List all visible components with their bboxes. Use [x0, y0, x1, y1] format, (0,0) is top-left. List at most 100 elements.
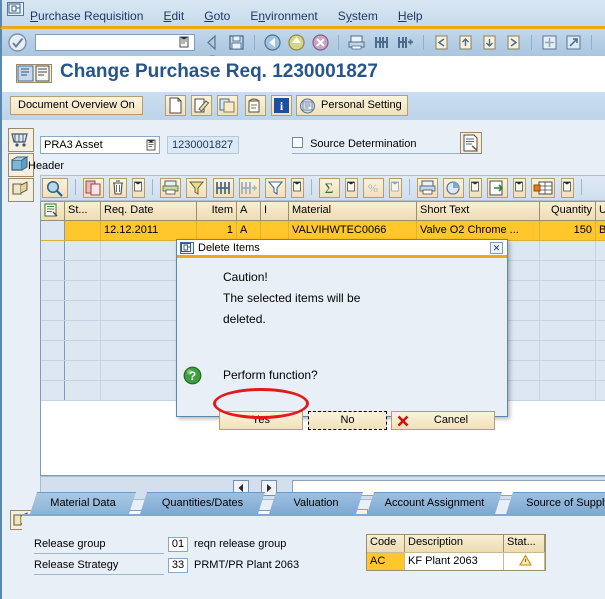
yes-button[interactable]: Yes: [219, 411, 303, 430]
messages-icon[interactable]: i: [271, 95, 293, 116]
command-dropdown-icon[interactable]: [178, 36, 191, 49]
subtotal-icon[interactable]: %: [362, 178, 384, 198]
find-next-icon[interactable]: [238, 178, 260, 198]
column-header-req-date[interactable]: Req. Date: [101, 202, 197, 220]
layout-icon[interactable]: [531, 178, 556, 198]
print-preview-icon[interactable]: [245, 95, 266, 116]
column-header-unit[interactable]: Unit: [596, 202, 605, 220]
cart-icon[interactable]: [8, 128, 34, 152]
release-column-code: Code: [367, 535, 405, 552]
find-next-icon[interactable]: [395, 32, 416, 53]
last-page-icon[interactable]: [503, 32, 524, 53]
column-header-st[interactable]: St...: [65, 202, 101, 220]
tab-source-of-supply[interactable]: Source of Supply: [506, 492, 605, 514]
sort-filter-icon[interactable]: [186, 178, 208, 198]
delete-row-icon[interactable]: [109, 178, 128, 198]
find-icon[interactable]: [212, 178, 234, 198]
print-grid-icon[interactable]: [417, 178, 439, 198]
column-header-quantity[interactable]: Quantity: [540, 202, 596, 220]
export-icon[interactable]: [487, 178, 509, 198]
source-determination-row: Source Determination: [292, 137, 462, 154]
back-arrow-icon[interactable]: [202, 32, 223, 53]
menu-item-environment[interactable]: Environment: [250, 9, 317, 23]
table-empty-cell: [540, 261, 596, 280]
previous-page-icon[interactable]: [455, 32, 476, 53]
menu-item-system[interactable]: System: [338, 9, 378, 23]
document-overview-button[interactable]: Document Overview On: [10, 96, 143, 115]
item-icon[interactable]: [8, 178, 34, 202]
copy-icon[interactable]: [217, 95, 239, 116]
column-header-item[interactable]: Item: [197, 202, 237, 220]
tab-material-data[interactable]: Material Data: [30, 492, 136, 514]
total-dropdown-icon[interactable]: [344, 178, 358, 198]
no-button[interactable]: No: [308, 411, 387, 430]
row-selector[interactable]: [41, 221, 65, 240]
create-shortcut-icon[interactable]: [563, 32, 584, 53]
source-determination-checkbox[interactable]: [292, 137, 303, 148]
command-field[interactable]: [35, 34, 195, 51]
back-icon[interactable]: [262, 32, 283, 53]
menu-item-goto[interactable]: Goto: [204, 9, 230, 23]
dropdown-icon[interactable]: [145, 139, 157, 157]
release-table-header: Code Description Stat...: [367, 535, 545, 552]
export-dropdown-icon[interactable]: [513, 178, 527, 198]
layout-dropdown-icon[interactable]: [560, 178, 574, 198]
cancel-icon[interactable]: [310, 32, 331, 53]
tab-panel-material-data: Release group 01 reqn release group Rele…: [22, 514, 605, 599]
table-empty-cell: [65, 301, 101, 320]
delete-row-dropdown-icon[interactable]: [132, 178, 146, 198]
details-icon[interactable]: [42, 178, 68, 198]
table-empty-cell: [65, 281, 101, 300]
release-strategy-value[interactable]: 33: [168, 558, 188, 573]
tab-valuation[interactable]: Valuation: [269, 492, 363, 514]
document-type-field[interactable]: PRA3 Asset: [40, 136, 160, 154]
tab-account-assignment[interactable]: Account Assignment: [367, 492, 502, 514]
exit-icon[interactable]: [286, 32, 307, 53]
column-header-i[interactable]: I: [261, 202, 289, 220]
filter-dropdown-icon[interactable]: [290, 178, 304, 198]
save-icon[interactable]: [226, 32, 247, 53]
release-group-underline: [34, 553, 164, 554]
release-group-value[interactable]: 01: [168, 537, 188, 552]
select-all-icon[interactable]: [41, 202, 65, 220]
next-page-icon[interactable]: [479, 32, 500, 53]
release-table-row[interactable]: AC KF Plant 2063: [367, 552, 545, 570]
print-icon[interactable]: [346, 32, 367, 53]
filter-icon[interactable]: [264, 178, 286, 198]
table-row[interactable]: 12.12.2011 1 A VALVIHWTEC0066 Valve O2 C…: [41, 221, 605, 241]
menu-item-help[interactable]: Help: [398, 9, 423, 23]
command-input[interactable]: [36, 36, 178, 49]
close-icon[interactable]: ✕: [490, 242, 503, 254]
cancel-button-label: Cancel: [433, 414, 469, 426]
view-icon[interactable]: [443, 178, 465, 198]
view-dropdown-icon[interactable]: [469, 178, 483, 198]
apptoolbar-group-2: i: [245, 95, 294, 116]
enter-check-icon[interactable]: [8, 33, 27, 52]
edit-document-icon[interactable]: [191, 95, 213, 116]
new-session-icon[interactable]: [539, 32, 560, 53]
column-header-a[interactable]: A: [237, 202, 261, 220]
window-menu-icon[interactable]: [7, 2, 24, 16]
document-detail-icon[interactable]: [460, 132, 482, 154]
total-icon[interactable]: Σ: [318, 178, 340, 198]
create-document-icon[interactable]: [165, 95, 186, 116]
menu-item-purchase-requisition[interactable]: Purchase Requisition: [30, 9, 143, 23]
find-icon[interactable]: [371, 32, 392, 53]
print-icon[interactable]: [160, 178, 182, 198]
subtotal-dropdown-icon[interactable]: [389, 178, 402, 198]
cancel-button[interactable]: Cancel: [391, 411, 495, 430]
table-empty-cell: [65, 241, 101, 260]
column-header-short-text[interactable]: Short Text: [417, 202, 540, 220]
table-empty-cell: [41, 321, 65, 340]
table-empty-cell: [41, 381, 65, 400]
table-empty-cell: [596, 381, 605, 400]
tab-quantities-dates[interactable]: Quantities/Dates: [140, 492, 265, 514]
personal-setting-button[interactable]: Personal Setting: [296, 95, 408, 116]
personal-setting-label: Personal Setting: [321, 99, 402, 111]
red-x-icon: [397, 415, 409, 427]
menu-item-edit[interactable]: Edit: [163, 9, 184, 23]
table-empty-cell: [540, 381, 596, 400]
copy-row-icon[interactable]: [83, 178, 105, 198]
column-header-material[interactable]: Material: [289, 202, 417, 220]
first-page-icon[interactable]: [431, 32, 452, 53]
